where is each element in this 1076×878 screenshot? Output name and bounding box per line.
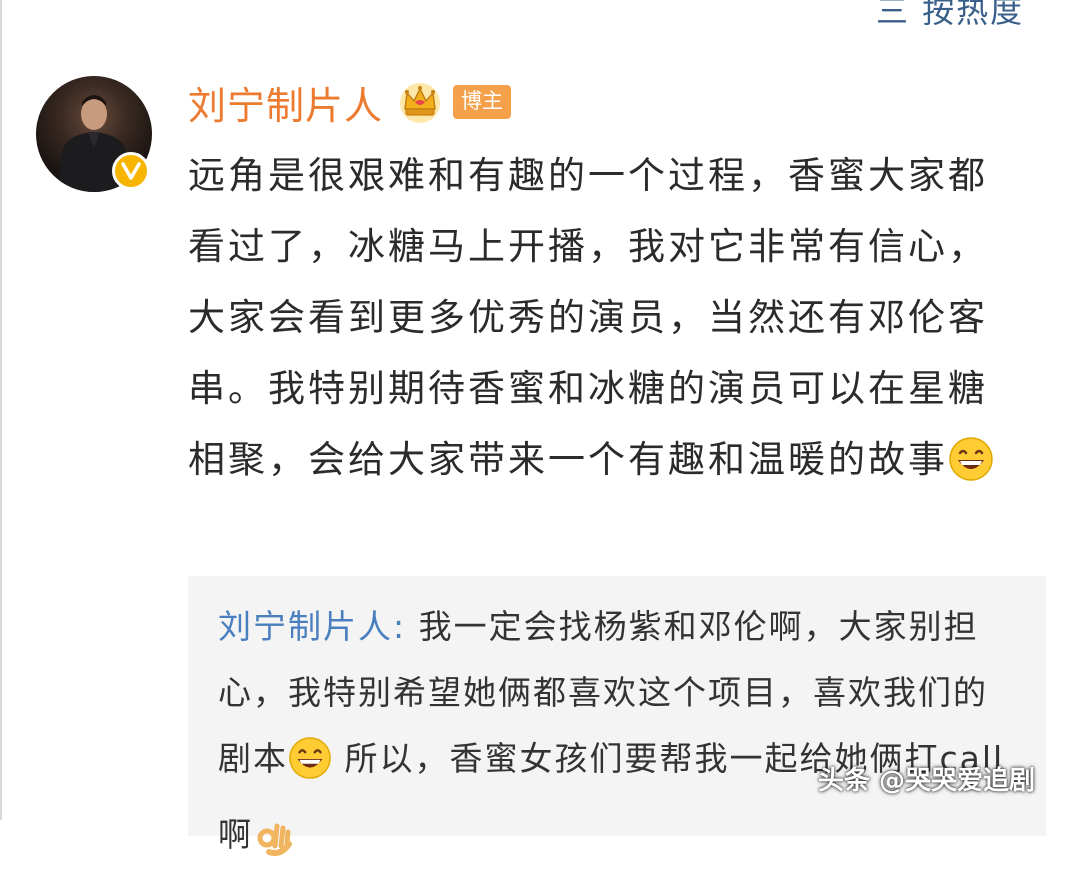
reply-separator: : [393, 607, 407, 646]
author-reply-box: 刘宁制片人: 我一定会找杨紫和邓伦啊，大家别担心，我特别希望她俩都喜欢这个项目，… [188, 576, 1046, 856]
sort-by-hot-toggle[interactable]: 三 按热度 [876, 0, 1024, 32]
post-header: 刘宁制片人 博主 [188, 75, 512, 130]
post-text: 远角是很艰难和有趣的一个过程，香蜜大家都看过了，冰糖马上开播，我对它非常有信心，… [188, 154, 988, 481]
grinning-face-emoji-icon [948, 434, 994, 505]
ok-hand-emoji-icon [253, 812, 293, 878]
verified-v-icon [112, 152, 150, 190]
crown-icon[interactable] [397, 79, 443, 125]
left-divider [0, 0, 2, 820]
reply-author-link[interactable]: 刘宁制片人 [218, 607, 393, 646]
reply-text: 刘宁制片人: 我一定会找杨紫和邓伦啊，大家别担心，我特别希望她俩都喜欢这个项目，… [218, 594, 1018, 878]
watermark: 头条 @哭哭爱追剧 [818, 766, 1036, 796]
post-body: 远角是很艰难和有趣的一个过程，香蜜大家都看过了，冰糖马上开播，我对它非常有信心，… [188, 140, 1018, 505]
grinning-face-emoji-icon [288, 736, 332, 802]
author-name[interactable]: 刘宁制片人 [188, 75, 383, 130]
blogger-badge: 博主 [453, 85, 512, 119]
